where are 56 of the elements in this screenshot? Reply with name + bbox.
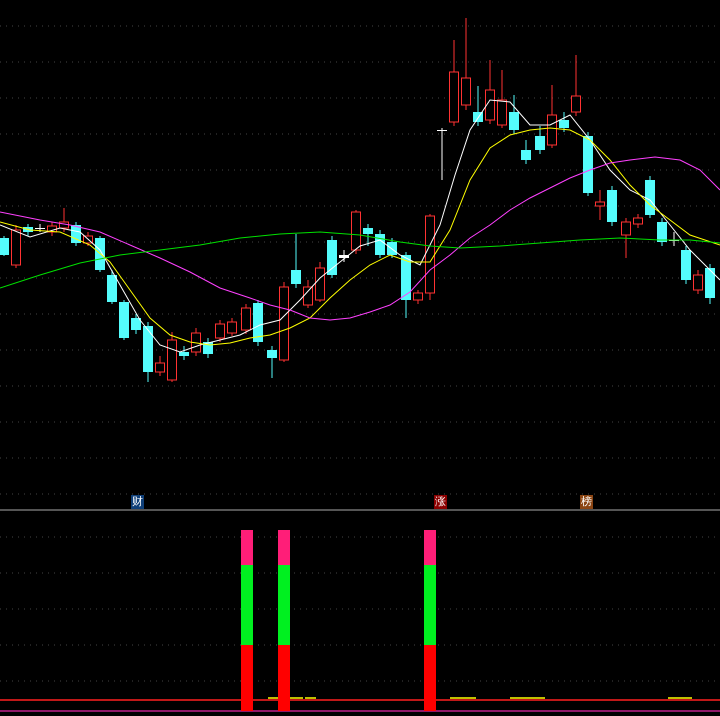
candlestick (473, 86, 483, 126)
candlestick (191, 328, 201, 356)
candlestick (645, 176, 655, 218)
candlestick (143, 322, 153, 382)
candlestick (203, 338, 213, 358)
candlestick (0, 236, 9, 256)
candlestick (387, 238, 397, 258)
candlestick (657, 218, 667, 246)
candlestick (253, 300, 263, 346)
candlestick (363, 224, 373, 246)
candlestick (241, 304, 251, 334)
candlestick (521, 140, 531, 164)
candlestick (547, 84, 557, 148)
candlestick (167, 332, 177, 382)
candlestick (83, 232, 93, 246)
candlestick (571, 54, 581, 116)
candlestick (497, 70, 507, 128)
candlestick (119, 300, 129, 340)
candlestick (705, 264, 715, 304)
candlestick (59, 208, 69, 232)
candlestick (509, 94, 519, 134)
candlestick (303, 280, 313, 308)
candlestick (215, 320, 225, 342)
candlestick (227, 318, 237, 336)
candlestick (35, 224, 45, 232)
candlestick (681, 246, 691, 284)
candlestick (351, 210, 361, 254)
event-marker[interactable]: 财 (131, 495, 144, 509)
candlestick (633, 214, 643, 228)
candlestick (47, 222, 57, 236)
event-marker[interactable]: 涨 (434, 495, 447, 509)
candlestick (401, 252, 411, 318)
candlestick (607, 186, 617, 226)
candlestick (535, 126, 545, 154)
candlestick (291, 234, 301, 288)
candlestick (413, 290, 423, 304)
candlestick (131, 314, 141, 334)
candlestick (437, 128, 447, 180)
candlestick (693, 270, 703, 294)
candlestick (315, 262, 325, 302)
candlestick (107, 270, 117, 304)
candlestick (11, 224, 21, 268)
event-marker[interactable]: 榜 (580, 495, 593, 509)
candlestick (179, 346, 189, 360)
candlestick (327, 236, 337, 278)
candlestick (267, 346, 277, 378)
candlestick (23, 224, 33, 236)
candlestick (339, 250, 349, 262)
candlestick (621, 218, 631, 258)
candlestick (375, 230, 385, 258)
candlestick (485, 60, 495, 124)
candlestick (669, 232, 679, 246)
candlestick (595, 190, 605, 220)
candlestick (155, 356, 165, 376)
candlestick (583, 132, 593, 196)
candlestick (559, 112, 569, 132)
